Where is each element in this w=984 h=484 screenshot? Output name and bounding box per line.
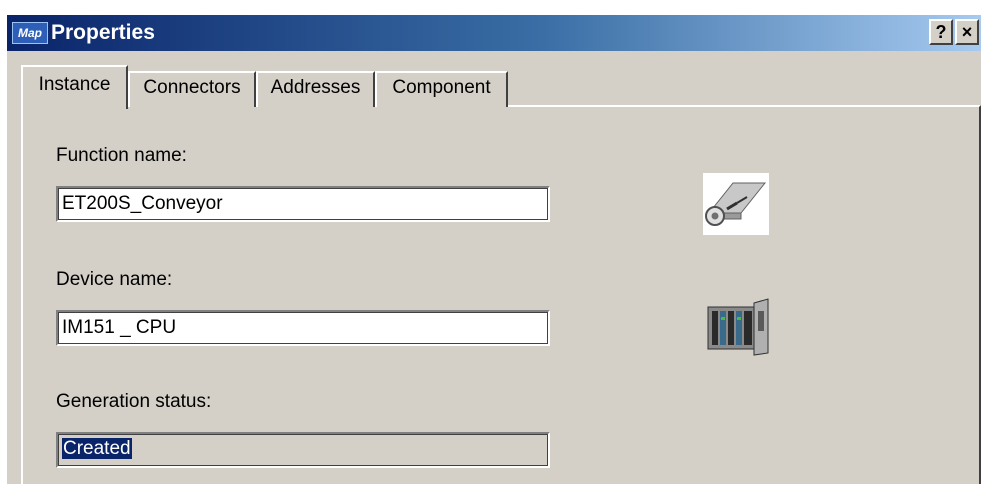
generation-status-label: Generation status: bbox=[56, 391, 212, 412]
tab-component[interactable]: Component bbox=[375, 71, 508, 107]
window-title: Properties bbox=[51, 21, 155, 44]
generation-status-field: Created bbox=[56, 432, 550, 468]
device-name-label: Device name: bbox=[56, 269, 173, 290]
conveyor-icon bbox=[703, 173, 769, 235]
tab-strip: Instance Connectors Addresses Component bbox=[21, 65, 981, 109]
generation-status-value: Created bbox=[62, 438, 132, 459]
tab-connectors[interactable]: Connectors bbox=[128, 71, 256, 107]
cpu-rack-icon bbox=[706, 297, 770, 359]
tab-instance[interactable]: Instance bbox=[21, 65, 128, 109]
device-name-input[interactable] bbox=[56, 310, 550, 346]
function-name-input[interactable] bbox=[56, 186, 550, 222]
help-button[interactable]: ? bbox=[929, 19, 953, 45]
tab-addresses[interactable]: Addresses bbox=[256, 71, 375, 107]
app-icon: Map bbox=[12, 22, 48, 44]
function-name-label: Function name: bbox=[56, 145, 187, 166]
close-button[interactable]: × bbox=[955, 19, 979, 45]
title-bar[interactable]: Map Properties ? × bbox=[7, 15, 981, 51]
